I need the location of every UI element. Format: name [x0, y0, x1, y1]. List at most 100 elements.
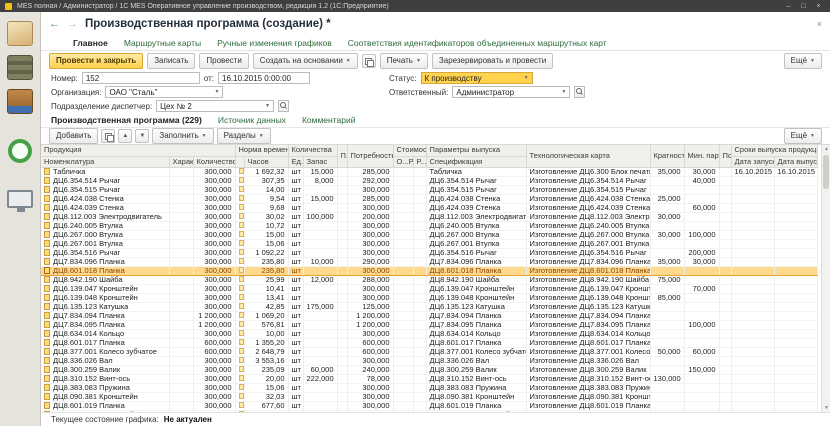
back-arrow-icon[interactable]: ←	[49, 18, 60, 30]
table-row[interactable]: ДЦ6.424.039 Стенка300,0009,68шт300,000ДЦ…	[41, 203, 817, 212]
tab-route-maps[interactable]: Маршрутные карты	[124, 38, 201, 48]
print-button[interactable]: Печать▼	[380, 53, 428, 69]
table-row[interactable]: ДЦ7.834.094 Планка1 200,0001 069,20шт1 2…	[41, 311, 817, 320]
col-header-quantity[interactable]: Количество	[193, 156, 235, 167]
post-button[interactable]: Провести	[199, 53, 248, 69]
table-row[interactable]: ДЦ6.267.000 Втулка300,00015,00шт300,000Д…	[41, 230, 817, 239]
table-row[interactable]: ДЦ8.601.019 Планка300,000677,60шт300,000…	[41, 401, 817, 410]
table-row[interactable]: ДЦ6.135.123 Катушка300,00042,85шт175,000…	[41, 302, 817, 311]
table-row[interactable]: Табличка300,0001 692,32шт15,000285,000Та…	[41, 167, 817, 176]
table-row[interactable]: ДЦ6.240.005 Втулка300,00010,72шт300,000Д…	[41, 221, 817, 230]
form-close-icon[interactable]: ×	[817, 19, 822, 29]
responsible-lookup-button[interactable]	[574, 86, 585, 98]
form-header: ← → Производственная программа (создание…	[41, 12, 830, 36]
production-icon[interactable]	[7, 89, 33, 114]
table-row[interactable]: ДЦ8.112.003 Электродвигатель300,00030,02…	[41, 212, 817, 221]
norm-doc-icon	[239, 240, 244, 246]
sections-button[interactable]: Разделы▼	[217, 128, 271, 144]
number-input[interactable]: 152	[82, 72, 200, 84]
table-row[interactable]: ДЦ6.354.516 Рычаг300,0001 092,22шт300,00…	[41, 248, 817, 257]
table-row[interactable]: ДЦ6.267.001 Втулка300,00015,06шт300,000Д…	[41, 239, 817, 248]
table-header-groups: Продукция Норма времени Количества П... …	[41, 145, 817, 156]
tab-manual-schedule-changes[interactable]: Ручные изменения графиков	[217, 38, 332, 48]
scroll-down-icon[interactable]: ▼	[822, 405, 830, 411]
table-row[interactable]: ДЦ8.310.152 Винт-ось300,00020,00шт222,00…	[41, 374, 817, 383]
col-header-tech-card[interactable]: Технологическая карта	[526, 145, 650, 167]
table-row[interactable]: ДЦ8.383.083 Пружина300,00015,06шт300,000…	[41, 383, 817, 392]
col-group-products: Продукция	[41, 145, 235, 156]
tab-production-program[interactable]: Производственная программа (229)	[51, 115, 202, 125]
table-row[interactable]: ДЦ8.377.001 Колесо зубчатое600,0002 648,…	[41, 347, 817, 356]
close-button[interactable]: ×	[812, 3, 825, 10]
desktop-icon[interactable]	[7, 21, 33, 46]
fill-button[interactable]: Заполнить▼	[152, 128, 213, 144]
table-row[interactable]: ДЦ6.354.515 Рычаг300,00014,00шт300,000ДЦ…	[41, 185, 817, 194]
tab-data-source[interactable]: Источник данных	[218, 115, 286, 125]
col-header-launch-date[interactable]: Дата запуска	[731, 156, 774, 167]
move-down-button[interactable]: ▼	[135, 129, 149, 143]
chevron-down-icon: ▼	[215, 89, 220, 95]
organization-combo[interactable]: ОАО "Сталь"▼	[105, 86, 223, 98]
col-header-po[interactable]: По...	[719, 145, 731, 167]
col-header-unit[interactable]: Ед.	[288, 156, 303, 167]
item-icon	[44, 393, 50, 400]
col-header-nomenclature[interactable]: Номенклатура	[41, 156, 169, 167]
table-row[interactable]: ДЦ8.090.382 Кронштейн300,0001 355,15шт30…	[41, 410, 817, 412]
col-header-stock[interactable]: Запас	[303, 156, 337, 167]
date-input[interactable]: 16.10.2015 0:00:00	[218, 72, 310, 84]
tab-route-map-identifiers[interactable]: Соответствия идентификаторов объединенны…	[348, 38, 607, 48]
table-row[interactable]: ДЦ7.834.096 Планка300,000235,80шт10,0002…	[41, 257, 817, 266]
tab-comment[interactable]: Комментарий	[302, 115, 356, 125]
table-row[interactable]: ДЦ8.942.190 Шайба300,00025,99шт12,000288…	[41, 275, 817, 284]
department-label: Подразделение диспетчер:	[51, 102, 152, 111]
table-row[interactable]: ДЦ6.139.048 Кронштейн300,00013,41шт300,0…	[41, 293, 817, 302]
scroll-up-icon[interactable]: ▲	[822, 146, 830, 152]
table-row[interactable]: ДЦ6.139.047 Кронштейн300,00010,41шт300,0…	[41, 284, 817, 293]
col-header-specification[interactable]: Спецификация	[426, 156, 526, 167]
col-header-cost-r[interactable]: Р...	[413, 156, 426, 167]
forward-arrow-icon[interactable]: →	[67, 18, 78, 30]
col-header-multiplicity[interactable]: Кратность	[650, 145, 684, 167]
maximize-button[interactable]: □	[797, 3, 810, 10]
vertical-scrollbar[interactable]: ▲ ▼	[821, 145, 830, 412]
col-header-hours[interactable]: Часов	[244, 156, 288, 167]
documents-icon[interactable]	[7, 55, 33, 80]
department-lookup-button[interactable]	[278, 100, 289, 112]
tab-main[interactable]: Главное	[73, 38, 108, 48]
col-header-release-date[interactable]: Дата выпуска	[774, 156, 817, 167]
number-label: Номер:	[51, 74, 78, 83]
col-header-requirement[interactable]: Потребность	[347, 145, 393, 167]
table-row[interactable]: ДЦ8.300.259 Валик300,000235,09шт60,00024…	[41, 365, 817, 374]
data-exchange-icon[interactable]	[8, 139, 32, 163]
table-more-button[interactable]: Ещё▼	[784, 128, 822, 144]
table-row[interactable]: ДЦ8.090.381 Кронштейн300,00032,03шт300,0…	[41, 392, 817, 401]
production-program-grid: Продукция Норма времени Количества П... …	[41, 144, 830, 412]
table-row[interactable]: ДЦ8.601.018 Планка300,000235,80шт300,000…	[41, 266, 817, 275]
col-header-cost-o[interactable]: О...Р...	[393, 156, 413, 167]
save-button[interactable]: Записать	[147, 53, 195, 69]
create-based-on-button[interactable]: Создать на основании▼	[253, 53, 358, 69]
move-up-button[interactable]: ▲	[118, 129, 132, 143]
scrollbar-thumb[interactable]	[823, 155, 829, 189]
item-icon	[44, 258, 50, 265]
col-header-p[interactable]: П...	[337, 145, 347, 167]
post-and-close-button[interactable]: Провести и закрыть	[49, 53, 143, 69]
col-header-characteristic[interactable]: Характ...	[169, 156, 193, 167]
table-row[interactable]: ДЦ6.424.038 Стенка300,0009,54шт15,000285…	[41, 194, 817, 203]
table-row[interactable]: ДЦ7.834.095 Планка1 200,000576,81шт1 200…	[41, 320, 817, 329]
monitor-icon[interactable]	[7, 190, 33, 208]
table-row[interactable]: ДЦ6.354.514 Рычаг300,000307,35шт8,000292…	[41, 176, 817, 185]
add-row-button[interactable]: Добавить	[49, 128, 98, 144]
copy-row-button[interactable]	[101, 129, 115, 143]
col-header-min-batch[interactable]: Мин. партия	[684, 145, 719, 167]
table-row[interactable]: ДЦ8.336.026 Вал300,0003 553,16шт300,000Д…	[41, 356, 817, 365]
more-button[interactable]: Ещё▼	[784, 53, 822, 69]
minimize-button[interactable]: –	[782, 3, 795, 10]
reserve-and-post-button[interactable]: Зарезервировать и провести	[432, 53, 553, 69]
responsible-combo[interactable]: Администратор▼	[452, 86, 570, 98]
department-combo[interactable]: Цех № 2▼	[156, 100, 274, 112]
status-combo[interactable]: К производству▼	[421, 72, 533, 84]
table-row[interactable]: ДЦ8.634.014 Кольцо300,00010,00шт300,000Д…	[41, 329, 817, 338]
structure-icon-button[interactable]	[362, 54, 376, 68]
table-row[interactable]: ДЦ8.601.017 Планка600,0001 355,20шт600,0…	[41, 338, 817, 347]
